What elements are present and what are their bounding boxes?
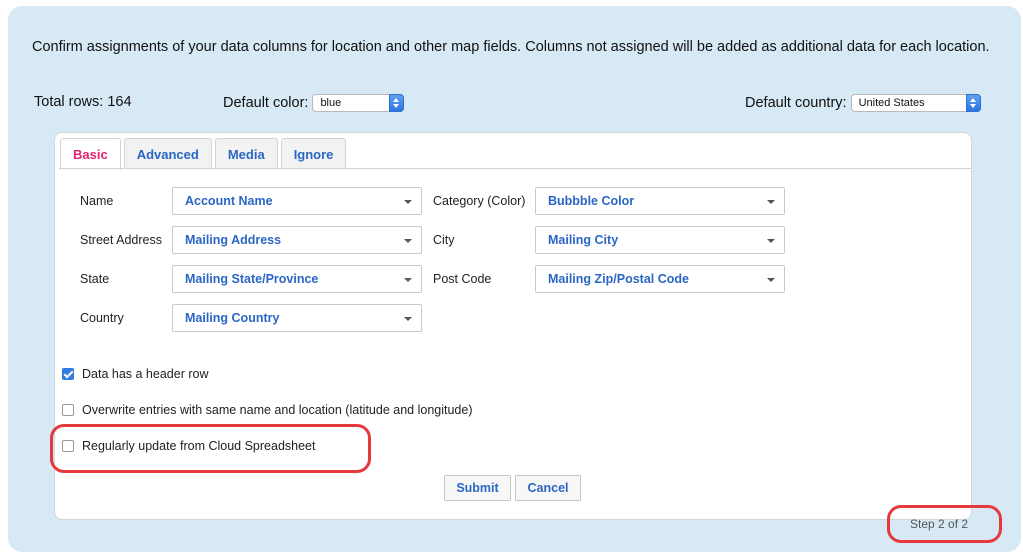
state-label: State: [80, 272, 110, 286]
country-select[interactable]: Mailing Country: [172, 304, 422, 332]
name-select[interactable]: Account Name: [172, 187, 422, 215]
state-select-value: Mailing State/Province: [185, 272, 319, 286]
caret-down-icon: [767, 278, 775, 282]
regular-update-highlight: [50, 424, 371, 473]
default-country-group: Default country: United States: [745, 94, 981, 112]
total-rows: Total rows: 164: [34, 94, 132, 110]
post-code-select-value: Mailing Zip/Postal Code: [548, 272, 689, 286]
post-code-label: Post Code: [433, 272, 492, 286]
default-color-value: blue: [320, 97, 342, 109]
header-row-label: Data has a header row: [82, 367, 209, 381]
category-label: Category (Color): [433, 194, 526, 208]
tab-advanced[interactable]: Advanced: [123, 138, 212, 169]
default-country-select[interactable]: United States: [850, 94, 981, 112]
tab-divider: [59, 168, 971, 169]
caret-down-icon: [404, 317, 412, 321]
cancel-button[interactable]: Cancel: [515, 475, 581, 501]
street-address-label: Street Address: [80, 233, 162, 247]
default-country-value: United States: [858, 97, 925, 109]
caret-down-icon: [767, 239, 775, 243]
city-label: City: [433, 233, 455, 247]
caret-down-icon: [767, 200, 775, 204]
tab-basic[interactable]: Basic: [60, 138, 121, 170]
select-stepper-icon: [965, 94, 981, 112]
state-select[interactable]: Mailing State/Province: [172, 265, 422, 293]
tab-media[interactable]: Media: [214, 138, 278, 169]
tab-ignore[interactable]: Ignore: [280, 138, 347, 169]
overwrite-checkbox[interactable]: [62, 404, 74, 416]
submit-button[interactable]: Submit: [444, 475, 511, 501]
default-color-group: Default color: blue: [223, 94, 405, 112]
name-select-value: Account Name: [185, 194, 273, 208]
caret-down-icon: [404, 278, 412, 282]
category-select[interactable]: Bubbble Color: [535, 187, 785, 215]
category-select-value: Bubbble Color: [548, 194, 635, 208]
street-address-select-value: Mailing Address: [185, 233, 282, 247]
name-label: Name: [80, 194, 114, 208]
intro-text: Confirm assignments of your data columns…: [32, 39, 990, 55]
default-country-label: Default country:: [745, 95, 847, 111]
overwrite-option: Overwrite entries with same name and loc…: [62, 403, 473, 417]
city-select[interactable]: Mailing City: [535, 226, 785, 254]
header-row-option: Data has a header row: [62, 367, 208, 381]
tab-bar: Basic Advanced Media Ignore: [60, 138, 349, 170]
select-stepper-icon: [389, 94, 405, 112]
country-label: Country: [80, 311, 124, 325]
street-address-select[interactable]: Mailing Address: [172, 226, 422, 254]
header-row-checkbox[interactable]: [62, 368, 74, 380]
step-highlight: [887, 505, 1002, 543]
overwrite-label: Overwrite entries with same name and loc…: [82, 403, 473, 417]
post-code-select[interactable]: Mailing Zip/Postal Code: [535, 265, 785, 293]
default-color-label: Default color:: [223, 95, 309, 111]
default-color-select[interactable]: blue: [312, 94, 405, 112]
city-select-value: Mailing City: [548, 233, 619, 247]
caret-down-icon: [404, 239, 412, 243]
country-select-value: Mailing Country: [185, 311, 280, 325]
caret-down-icon: [404, 200, 412, 204]
